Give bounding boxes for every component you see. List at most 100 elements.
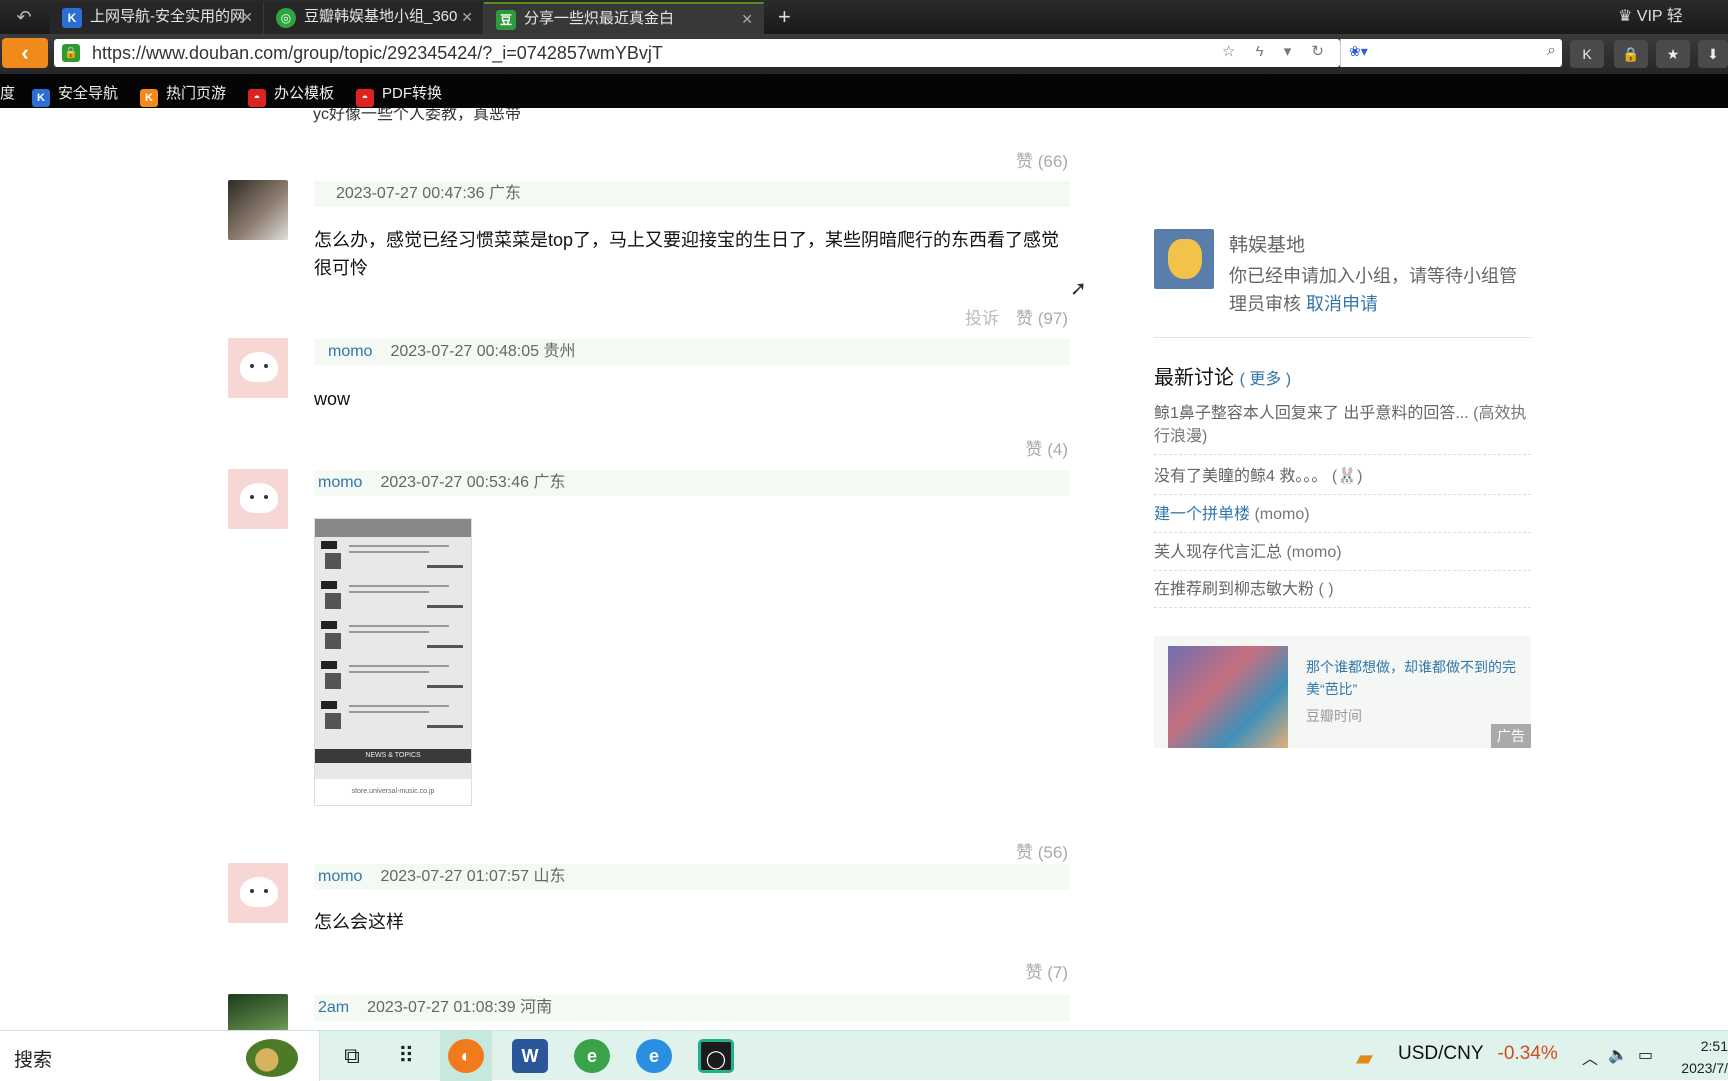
comment-author[interactable]: momo xyxy=(318,868,362,885)
address-toolbar: ‹ 🔒 https://www.douban.com/group/topic/2… xyxy=(0,34,1728,74)
ad-source: 豆瓣时间 xyxy=(1306,708,1362,724)
lock-button[interactable]: 🔒 xyxy=(1614,40,1648,68)
tab-title: 分享一些炽最近真金白 xyxy=(524,10,675,27)
page-content: yc好像一些个人委教，真恶带 赞 (66) 2023-07-27 00:47:3… xyxy=(0,108,1728,1030)
search-engine-box[interactable]: ❀▾ ⌕ xyxy=(1340,39,1562,67)
like-button[interactable]: 赞 (4) xyxy=(1026,435,1069,460)
undo-icon[interactable]: ↶ xyxy=(10,5,38,29)
group-join-status: 你已经申请加入小组，请等待小组管理员审核 取消申请 xyxy=(1229,266,1517,314)
discussion-item[interactable]: 芙人现存代言汇总 (momo) xyxy=(1154,541,1531,571)
image-footer-url: store.universal-music.co.jp xyxy=(315,779,471,805)
comment-time: 2023-07-27 00:48:05 贵州 xyxy=(390,343,576,360)
comment-time: 2023-07-27 01:07:57 山东 xyxy=(380,868,566,885)
url-text[interactable]: https://www.douban.com/group/topic/29234… xyxy=(92,43,663,64)
fx-widget[interactable]: USD/CNY -0.34% xyxy=(1398,1043,1558,1065)
task-view-icon[interactable]: ⧉ xyxy=(334,1039,370,1073)
ad-headline[interactable]: 那个谁都想做，却谁都做不到的完美“芭比” xyxy=(1306,656,1521,700)
group-name[interactable]: 韩娱基地 xyxy=(1229,230,1305,257)
url-tools[interactable]: ☆ ϟ ▾ ↻ xyxy=(1222,42,1332,60)
comment-time: 2023-07-27 00:47:36 广东 xyxy=(336,185,522,202)
app-ring-icon[interactable]: ◯ xyxy=(698,1039,734,1073)
like-button[interactable]: 赞 (97) xyxy=(1016,304,1068,329)
ie-green-icon[interactable]: e xyxy=(574,1039,610,1073)
comment-author[interactable]: momo xyxy=(318,474,362,491)
avatar[interactable] xyxy=(228,863,288,923)
taskbar-search[interactable]: 搜索 xyxy=(0,1031,320,1081)
like-button[interactable]: 赞 (66) xyxy=(1016,147,1068,172)
comment-text: 怎么会这样 xyxy=(314,912,404,932)
browser-360-icon[interactable]: ◐ xyxy=(448,1039,484,1073)
ad-card[interactable]: 那个谁都想做，却谁都做不到的完美“芭比” 豆瓣时间 广告 xyxy=(1154,636,1531,748)
comment-time: 2023-07-27 00:53:46 广东 xyxy=(380,474,566,491)
template-icon: ◓ xyxy=(248,89,266,107)
game-icon: K xyxy=(140,89,158,107)
comment-author[interactable]: 2am xyxy=(318,999,349,1016)
comment-meta: momo 2023-07-27 00:53:46 广东 xyxy=(314,470,1070,496)
discussion-item[interactable]: 没有了美瞳的鲸4 救。。。 (🐰) xyxy=(1154,465,1531,495)
bookmark-item[interactable]: K 热门页游 xyxy=(140,82,226,107)
bookmark-item[interactable]: K 安全导航 xyxy=(32,82,118,107)
report-link[interactable]: 投诉 xyxy=(965,304,999,329)
crown-icon: ♛ xyxy=(1618,8,1633,25)
back-button[interactable]: ‹ xyxy=(2,38,48,68)
close-icon[interactable]: ✕ xyxy=(461,2,473,32)
tab-topic-active[interactable]: 豆 分享一些炽最近真金白 ✕ xyxy=(484,2,764,34)
comment-text: wow xyxy=(314,389,351,409)
douban-icon: 豆 xyxy=(496,10,516,30)
comment-time: 2023-07-27 01:08:39 河南 xyxy=(367,999,553,1016)
vip-badge[interactable]: ♛ VIP 轻 xyxy=(1618,0,1728,34)
battery-icon[interactable]: ▭ xyxy=(1638,1045,1653,1065)
url-bar[interactable]: 🔒 https://www.douban.com/group/topic/292… xyxy=(54,39,1340,67)
bookmark-item[interactable]: 度 xyxy=(0,82,15,103)
shield-icon: K xyxy=(32,89,50,107)
divider xyxy=(1154,337,1531,338)
like-button[interactable]: 赞 (7) xyxy=(1026,958,1069,983)
tab-group[interactable]: ◎ 豆瓣韩娱基地小组_360 ✕ xyxy=(264,2,484,34)
shield-icon: K xyxy=(62,8,82,28)
comment-text-partial: yc好像一些个人委教，真恶带 xyxy=(313,108,522,123)
image-news-label: NEWS & TOPICS xyxy=(315,749,471,763)
like-button[interactable]: 赞 (56) xyxy=(1016,838,1068,863)
comment-image[interactable]: NEWS & TOPICS store.universal-music.co.j… xyxy=(314,518,472,806)
discussion-item[interactable]: 建一个拼单楼 (momo) xyxy=(1154,503,1531,533)
download-button[interactable]: ⬇ xyxy=(1698,40,1728,68)
group-avatar[interactable] xyxy=(1154,229,1214,289)
more-link[interactable]: ( 更多 ) xyxy=(1240,371,1292,388)
lock-icon: 🔒 xyxy=(62,44,80,62)
chevron-up-icon[interactable]: ︿ xyxy=(1582,1045,1598,1069)
tab-navigation[interactable]: K 上网导航-安全实用的网 ✕ xyxy=(50,2,264,34)
avatar[interactable] xyxy=(228,994,288,1030)
avatar[interactable] xyxy=(228,338,288,398)
close-icon[interactable]: ✕ xyxy=(741,4,753,34)
search-icon[interactable]: ⌕ xyxy=(1547,42,1556,60)
pdf-icon: ◓ xyxy=(356,89,374,107)
word-icon[interactable]: W xyxy=(512,1039,548,1073)
k-extension-button[interactable]: K xyxy=(1570,40,1604,68)
apps-grid-icon[interactable]: ⠿ xyxy=(388,1039,424,1073)
latest-discussions-title: 最新讨论 ( 更多 ) xyxy=(1154,367,1292,389)
close-icon[interactable]: ✕ xyxy=(241,2,253,32)
bookmark-item[interactable]: ◓ PDF转换 xyxy=(356,82,442,107)
avatar[interactable] xyxy=(228,180,288,240)
clock[interactable]: 2:51 2023/7/ xyxy=(1670,1035,1728,1079)
ie-icon[interactable]: e xyxy=(636,1039,672,1073)
avatar[interactable] xyxy=(228,469,288,529)
currency-icon: ▰ xyxy=(1356,1045,1373,1070)
discussion-item[interactable]: 在推荐刷到柳志敏大粉 ( ) xyxy=(1154,578,1531,608)
comment-meta: momo 2023-07-27 01:07:57 山东 xyxy=(314,864,1070,890)
comment-text: 怎么办，感觉已经习惯菜菜是top了，马上又要迎接宝的生日了，某些阴暗爬行的东西看… xyxy=(314,230,1060,278)
comment-meta: 2023-07-27 00:47:36 广东 xyxy=(314,181,1070,207)
browser-tab-bar: ↶ K 上网导航-安全实用的网 ✕ ◎ 豆瓣韩娱基地小组_360 ✕ 豆 分享一… xyxy=(0,0,1728,34)
taskbar: 搜索 ⧉ ⠿ ◐ W e e ◯ ▰ USD/CNY -0.34% ︿ 🔈 ▭ 2… xyxy=(0,1030,1728,1081)
comment-meta: momo 2023-07-27 00:48:05 贵州 xyxy=(314,339,1070,365)
bookmark-item[interactable]: ◓ 办公模板 xyxy=(248,82,334,107)
new-tab-button[interactable]: + xyxy=(778,4,791,30)
comment-author[interactable]: momo xyxy=(328,343,372,360)
volume-icon[interactable]: 🔈 xyxy=(1608,1045,1628,1065)
favorites-button[interactable]: ★ xyxy=(1656,40,1690,68)
ad-image[interactable] xyxy=(1168,646,1288,748)
tab-title: 上网导航-安全实用的网 xyxy=(90,8,245,25)
discussion-item[interactable]: 鲸1鼻子整容本人回复来了 出乎意料的回答... (高效执行浪漫) xyxy=(1154,402,1531,455)
baidu-paw-icon[interactable]: ❀▾ xyxy=(1349,43,1368,60)
cancel-application-link[interactable]: 取消申请 xyxy=(1306,294,1378,314)
